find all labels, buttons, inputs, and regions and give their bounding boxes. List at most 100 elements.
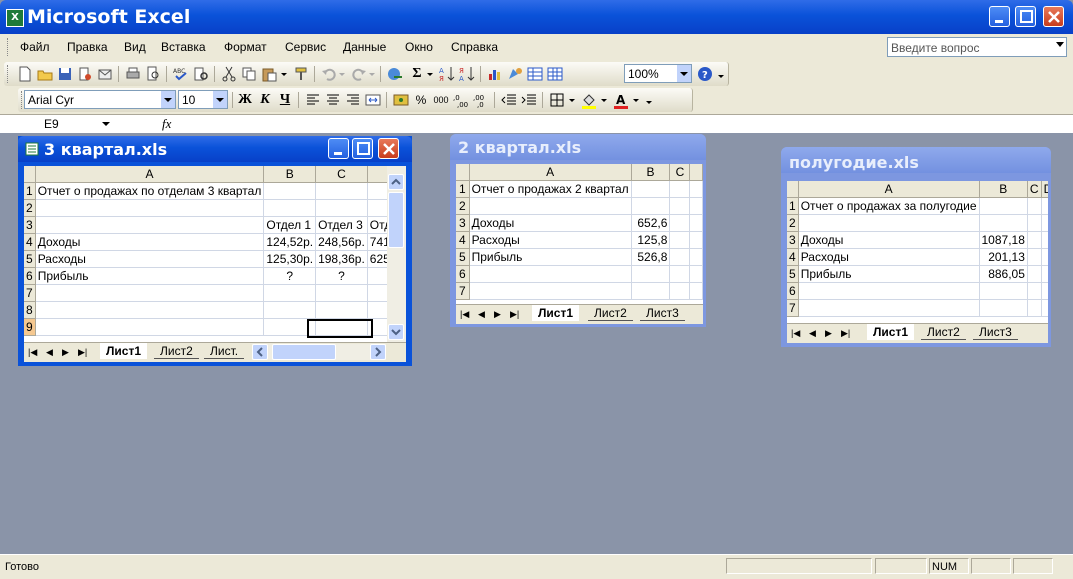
row-header[interactable]: 2: [24, 199, 36, 217]
row-header[interactable]: 6: [24, 267, 36, 285]
workbook-window-half-year[interactable]: полугодие.xls A B C D 1 Отчет о продажах за п…: [781, 147, 1051, 347]
menu-help[interactable]: Справка: [451, 40, 498, 54]
row-header[interactable]: 1: [456, 180, 470, 198]
cell[interactable]: [263, 199, 317, 217]
cell[interactable]: 124,52р.: [263, 233, 317, 251]
percent-icon[interactable]: %: [412, 91, 430, 109]
workbook-titlebar[interactable]: полугодие.xls: [781, 147, 1051, 173]
cell[interactable]: [979, 197, 1028, 215]
spelling-icon[interactable]: ABC: [172, 65, 190, 83]
scroll-down-button[interactable]: [388, 324, 404, 340]
column-header[interactable]: D: [367, 166, 387, 183]
cell[interactable]: 625,80р.: [367, 250, 387, 268]
cell[interactable]: 248,56р.: [315, 233, 368, 251]
table-icon[interactable]: [546, 65, 564, 83]
menu-insert[interactable]: Вставка: [161, 40, 206, 54]
menu-edit[interactable]: Правка: [67, 40, 108, 54]
sort-ascending-icon[interactable]: АЯ: [438, 65, 456, 83]
cell[interactable]: [35, 318, 265, 336]
cell[interactable]: 526,8: [631, 248, 671, 266]
cut-icon[interactable]: [220, 65, 238, 83]
cell[interactable]: [1041, 231, 1048, 249]
cell[interactable]: [689, 282, 703, 300]
prev-sheet-icon[interactable]: ◀: [478, 309, 485, 320]
align-left-icon[interactable]: [304, 91, 322, 109]
cell[interactable]: Отдел 4: [367, 216, 387, 234]
chevron-down-icon[interactable]: [338, 65, 346, 83]
chevron-down-icon[interactable]: [161, 91, 175, 108]
cell[interactable]: [263, 284, 317, 302]
chevron-down-icon[interactable]: [600, 91, 608, 109]
decrease-decimal-icon[interactable]: ,00,0: [472, 91, 490, 109]
row-header[interactable]: 4: [456, 231, 470, 249]
maximize-button[interactable]: [1015, 6, 1036, 27]
cell[interactable]: Прибыль: [35, 267, 265, 285]
permission-icon[interactable]: [76, 65, 94, 83]
workbook-titlebar[interactable]: 3 квартал.xls: [18, 136, 412, 162]
workbook-titlebar[interactable]: 2 квартал.xls: [450, 134, 706, 160]
sort-descending-icon[interactable]: ЯА: [458, 65, 476, 83]
cell[interactable]: 125,30р.: [263, 250, 317, 268]
sheet-table[interactable]: ABCDE1Отчет о продажах по отделам 3 квар…: [24, 166, 387, 336]
cell[interactable]: Доходы: [798, 231, 980, 249]
row-header[interactable]: 9: [24, 318, 36, 336]
cell[interactable]: [798, 299, 980, 317]
autosum-icon[interactable]: Σ: [408, 65, 426, 83]
cell[interactable]: 652,6: [631, 214, 671, 232]
chevron-down-icon[interactable]: [426, 65, 434, 83]
cell[interactable]: [669, 265, 691, 283]
maximize-button[interactable]: [352, 138, 373, 159]
sheet-tab-1[interactable]: Лист1: [100, 343, 148, 359]
chevron-down-icon[interactable]: [213, 91, 227, 108]
insert-function-icon[interactable]: fx: [162, 116, 171, 132]
cell[interactable]: [1041, 265, 1048, 283]
chevron-down-icon[interactable]: [568, 91, 576, 109]
menu-data[interactable]: Данные: [343, 40, 386, 54]
merge-center-icon[interactable]: [364, 91, 382, 109]
cell[interactable]: [689, 265, 703, 283]
row-header[interactable]: 8: [24, 301, 36, 319]
zoom-select[interactable]: 100%: [624, 64, 692, 83]
sheet-grid[interactable]: ABCDE1Отчет о продажах по отделам 3 квар…: [24, 166, 387, 342]
last-sheet-icon[interactable]: ▶|: [510, 309, 519, 320]
scroll-thumb[interactable]: [388, 192, 404, 248]
cell[interactable]: 201,13: [979, 248, 1028, 266]
font-size-select[interactable]: 10: [178, 90, 228, 109]
chart-wizard-icon[interactable]: [486, 65, 504, 83]
column-header[interactable]: [689, 164, 703, 181]
toolbar-grip[interactable]: [7, 65, 11, 83]
help-question-input[interactable]: Введите вопрос: [887, 37, 1067, 57]
row-header[interactable]: 1: [24, 182, 36, 200]
column-header[interactable]: B: [263, 166, 317, 183]
cell[interactable]: [263, 301, 317, 319]
column-header[interactable]: A: [35, 166, 265, 183]
cell[interactable]: [689, 231, 703, 249]
formula-input[interactable]: [178, 115, 1073, 133]
excel-app-icon[interactable]: X: [6, 9, 24, 27]
sheet-tab-3[interactable]: Лист3: [640, 305, 685, 321]
bold-button[interactable]: Ж: [236, 91, 254, 109]
cell[interactable]: [669, 248, 691, 266]
close-button[interactable]: [1043, 6, 1064, 27]
column-header[interactable]: A: [798, 181, 980, 198]
cell[interactable]: [979, 214, 1028, 232]
help-icon[interactable]: ?: [696, 65, 714, 83]
scroll-thumb[interactable]: [272, 344, 336, 360]
cell[interactable]: Отдел 3: [315, 216, 368, 234]
chevron-down-icon[interactable]: [1056, 42, 1064, 47]
next-sheet-icon[interactable]: ▶: [62, 347, 69, 358]
cell[interactable]: [631, 265, 671, 283]
first-sheet-icon[interactable]: |◀: [28, 347, 37, 358]
email-icon[interactable]: [96, 65, 114, 83]
cell[interactable]: [367, 301, 387, 319]
cell[interactable]: Отдел 1: [263, 216, 317, 234]
cell[interactable]: [1027, 265, 1042, 283]
cell[interactable]: [469, 197, 632, 215]
row-header[interactable]: 7: [24, 284, 36, 302]
vertical-scrollbar[interactable]: [387, 166, 406, 342]
cell[interactable]: [1041, 248, 1048, 266]
row-header[interactable]: 1: [787, 197, 799, 215]
row-header[interactable]: 4: [24, 233, 36, 251]
close-button[interactable]: [378, 138, 399, 159]
increase-indent-icon[interactable]: [520, 91, 538, 109]
